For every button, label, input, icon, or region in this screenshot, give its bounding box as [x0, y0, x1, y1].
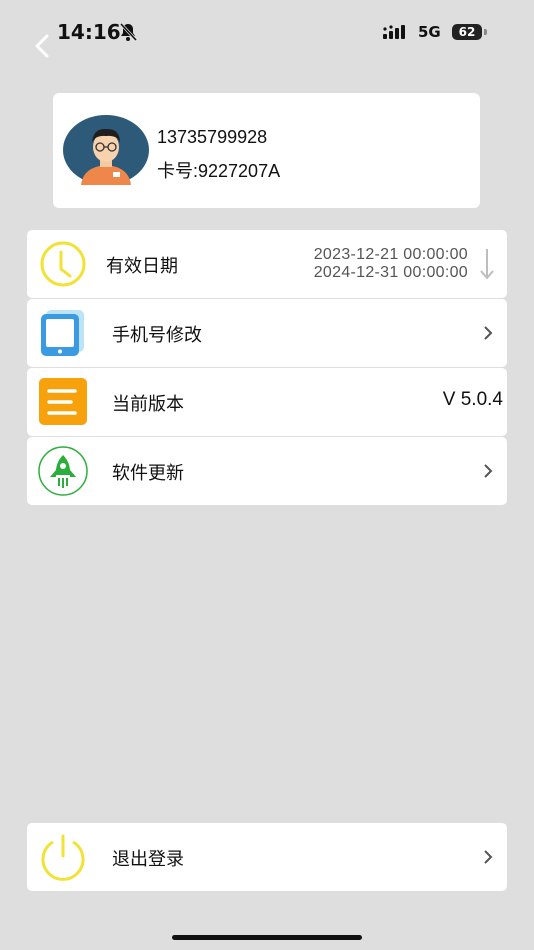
version-label: 当前版本: [112, 394, 184, 415]
version-row: 当前版本 V 5.0.4: [27, 368, 507, 436]
battery-level: 62: [458, 25, 476, 39]
tablet-icon: [41, 310, 84, 356]
document-icon: [39, 378, 87, 425]
change-phone-label: 手机号修改: [112, 325, 202, 346]
arrow-down-icon: [480, 249, 494, 280]
logout-label: 退出登录: [112, 849, 184, 870]
network-type: 5G: [418, 23, 441, 41]
power-icon: [41, 834, 85, 881]
home-indicator[interactable]: [172, 935, 362, 940]
battery-icon: 62: [452, 24, 482, 40]
profile-phone: 13735799928: [157, 127, 268, 147]
software-update-label: 软件更新: [112, 463, 184, 484]
chevron-right-icon: [484, 326, 493, 340]
status-bar: 14:16 5G 62: [0, 0, 534, 70]
status-time: 14:16: [57, 20, 121, 44]
chevron-right-icon: [484, 464, 493, 478]
software-update-row[interactable]: 软件更新: [27, 437, 507, 505]
chevron-right-icon: [484, 850, 493, 864]
signal-icon: [383, 25, 405, 39]
validity-end: 2024-12-31 00:00:00: [313, 264, 468, 281]
validity-dates: 2023-12-21 00:00:00 2024-12-31 00:00:00: [314, 246, 468, 282]
change-phone-row[interactable]: 手机号修改: [27, 299, 507, 367]
battery-tip: [484, 29, 487, 35]
silent-bell-icon: [119, 22, 138, 42]
avatar: [63, 115, 149, 185]
logout-row[interactable]: 退出登录: [27, 823, 507, 891]
profile-card: 13735799928 卡号:9227207A: [53, 93, 480, 208]
version-value: V 5.0.4: [442, 389, 503, 410]
back-chevron-icon[interactable]: [30, 32, 54, 60]
validity-start: 2023-12-21 00:00:00: [313, 246, 468, 263]
profile-card-number: 卡号:9227207A: [157, 161, 281, 181]
rocket-icon: [38, 446, 88, 496]
validity-row: 有效日期 2023-12-21 00:00:00 2024-12-31 00:0…: [27, 230, 507, 298]
clock-icon: [40, 241, 86, 287]
validity-label: 有效日期: [106, 256, 178, 277]
